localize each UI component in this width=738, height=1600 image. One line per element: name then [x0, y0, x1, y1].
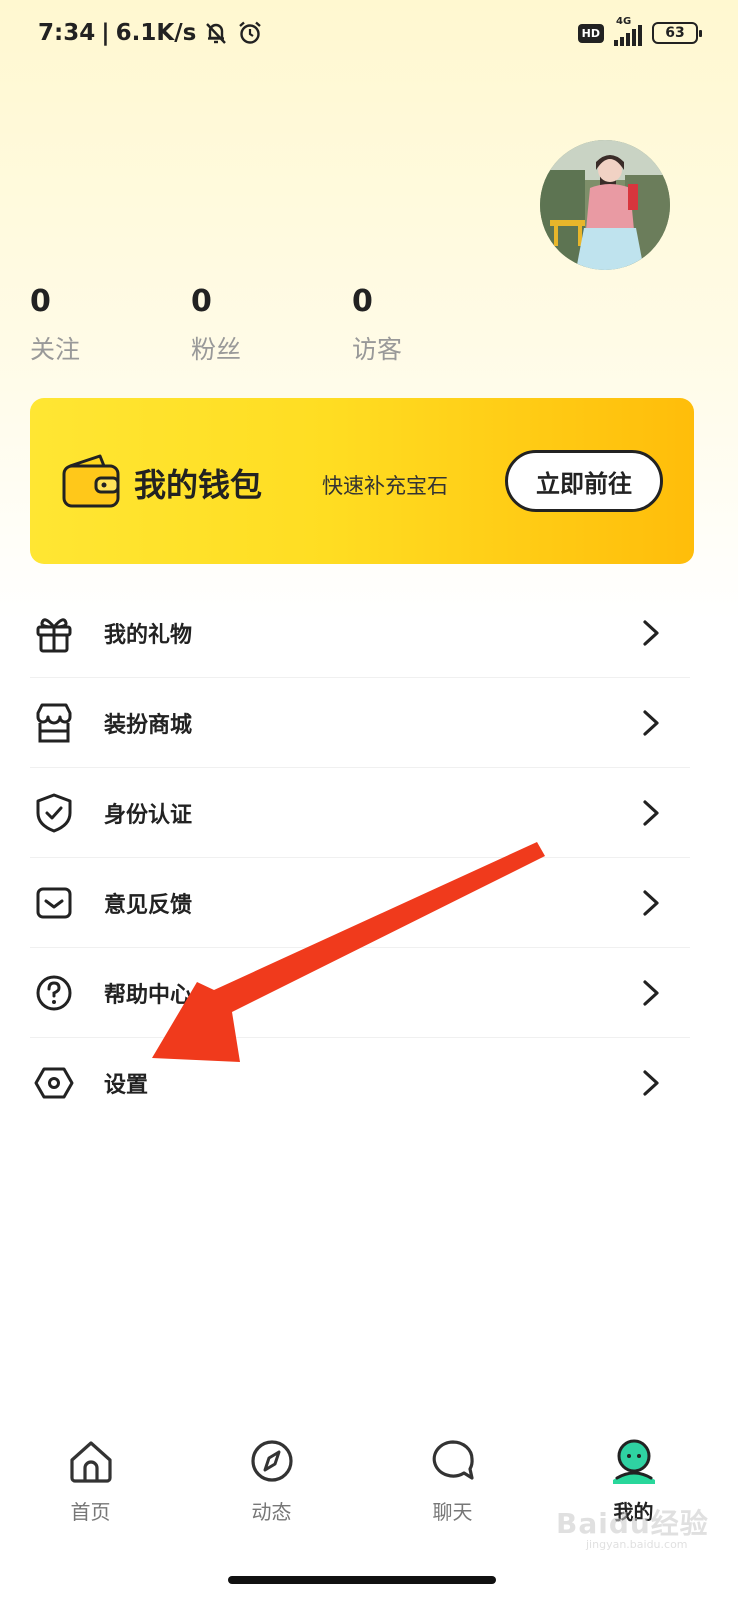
net-speed: 6.1K/s [115, 20, 197, 46]
profile-icon [612, 1439, 655, 1484]
menu-item-label: 身份认证 [104, 802, 193, 828]
watermark-text: Baidu经验 [556, 1507, 709, 1540]
battery-icon: 63 [652, 22, 702, 44]
battery-level: 63 [665, 25, 685, 41]
chevron-right-icon [643, 800, 659, 826]
signal-icon: 4G [614, 16, 642, 46]
menu-item-feedback[interactable]: 意见反馈 [30, 858, 690, 948]
chevron-right-icon [643, 1070, 659, 1096]
hd-badge: HD [577, 23, 604, 43]
alarm-icon [239, 21, 262, 44]
home-indicator[interactable] [228, 1576, 496, 1584]
feedback-icon [36, 887, 72, 918]
menu-item-verification[interactable]: 身份认证 [30, 768, 690, 858]
chevron-right-icon [643, 710, 659, 736]
stat-visitors[interactable]: 0 访客 [352, 284, 513, 366]
chat-icon [432, 1440, 474, 1480]
tab-chat[interactable]: 聊天 [362, 1430, 543, 1540]
watermark-url: jingyan.baidu.com [586, 1538, 688, 1551]
status-separator: | [101, 20, 110, 46]
stat-fans[interactable]: 0 粉丝 [191, 284, 352, 366]
gift-icon [36, 617, 72, 652]
chevron-right-icon [643, 980, 659, 1006]
profile-stats: 0 关注 0 粉丝 0 访客 [30, 284, 513, 366]
menu-item-label: 我的礼物 [104, 622, 193, 648]
status-left: 7:34 | 6.1K/s [38, 19, 264, 47]
menu-item-label: 意见反馈 [104, 892, 193, 918]
stat-value: 0 [30, 284, 51, 319]
tab-label: 聊天 [432, 1500, 473, 1524]
chevron-right-icon [643, 890, 659, 916]
stat-label: 访客 [352, 335, 403, 364]
wallet-title: 我的钱包 [134, 466, 263, 504]
tab-feed[interactable]: 动态 [181, 1430, 362, 1540]
status-right: HD 4G 63 [577, 16, 702, 46]
menu-item-label: 装扮商城 [104, 712, 193, 738]
wallet-icon [62, 454, 120, 508]
help-icon [36, 975, 72, 1010]
menu-item-help[interactable]: 帮助中心 [30, 948, 690, 1038]
tab-label: 首页 [70, 1500, 111, 1524]
menu-item-gifts[interactable]: 我的礼物 [30, 588, 690, 678]
shield-check-icon [36, 793, 72, 832]
chevron-right-icon [643, 620, 659, 646]
stat-label: 关注 [30, 335, 81, 364]
tab-label: 动态 [251, 1500, 292, 1524]
shop-icon [36, 703, 72, 742]
home-icon [69, 1441, 112, 1483]
tab-home[interactable]: 首页 [0, 1430, 181, 1540]
wallet-subtitle: 快速补充宝石 [322, 474, 448, 498]
wallet-card[interactable]: 我的钱包 快速补充宝石 立即前往 [30, 398, 694, 564]
avatar-photo [540, 140, 670, 270]
compass-icon [250, 1440, 293, 1482]
menu-item-settings[interactable]: 设置 [30, 1038, 690, 1128]
stat-value: 0 [352, 284, 373, 319]
network-type: 4G [616, 16, 632, 27]
status-bar: 7:34 | 6.1K/s HD 4G 63 [0, 0, 738, 66]
baidu-watermark: Baidu经验 jingyan.baidu.com [556, 1502, 726, 1556]
settings-icon [34, 1067, 74, 1099]
stat-value: 0 [191, 284, 212, 319]
avatar[interactable] [540, 140, 670, 270]
stat-label: 粉丝 [191, 335, 242, 364]
menu-item-shop[interactable]: 装扮商城 [30, 678, 690, 768]
status-time: 7:34 [38, 20, 96, 46]
menu-item-label: 帮助中心 [104, 982, 193, 1008]
menu-list: 我的礼物 装扮商城 身份认证 意见反馈 帮助中心 设置 [30, 588, 690, 1128]
stat-following[interactable]: 0 关注 [30, 284, 191, 366]
mute-bell-icon [206, 23, 227, 44]
menu-item-label: 设置 [104, 1073, 149, 1098]
go-now-button[interactable]: 立即前往 [505, 450, 663, 512]
